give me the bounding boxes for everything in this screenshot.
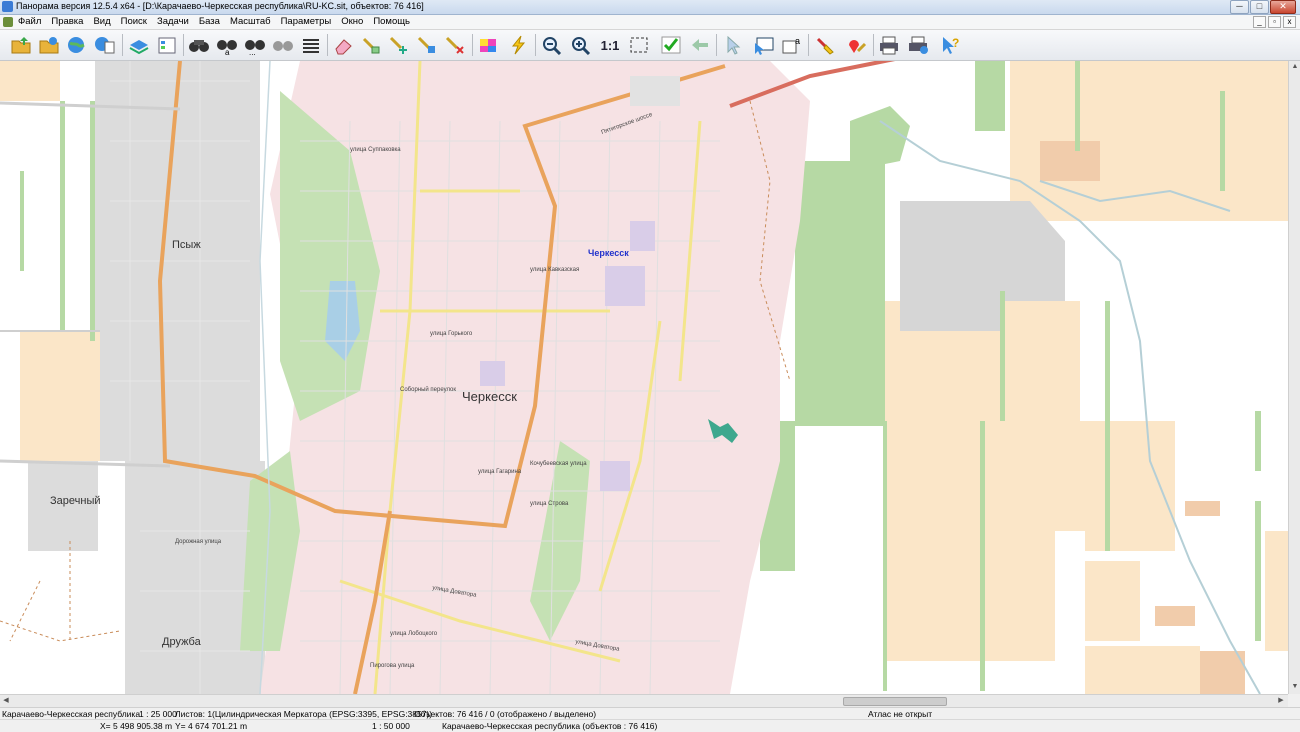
poi-label-cherkessk[interactable]: Черкесск	[588, 248, 629, 258]
street-label: Пирогова улица	[370, 663, 415, 669]
check-icon[interactable]	[659, 33, 683, 57]
maximize-button[interactable]: □	[1250, 0, 1269, 14]
menu-help[interactable]: Помощь	[373, 16, 410, 27]
status-region: Карачаево-Черкесская республика	[2, 709, 141, 719]
coord-y: Y= 4 674 701.21 m	[175, 721, 248, 731]
street-label: Соборный переулок	[400, 387, 457, 393]
place-label-cherkessk: Черкесск	[462, 389, 517, 404]
binoculars-text-icon[interactable]: a	[215, 33, 239, 57]
svg-text:...: ...	[249, 48, 256, 55]
place-label-druzhba: Дружба	[162, 636, 201, 648]
fit-frame-icon[interactable]	[627, 33, 651, 57]
scroll-left-icon[interactable]: ◀	[1, 696, 11, 706]
menu-tasks[interactable]: Задачи	[157, 16, 189, 27]
help-cursor-icon[interactable]: ?	[938, 33, 962, 57]
menu-bar: Файл Правка Вид Поиск Задачи База Масшта…	[0, 15, 1300, 30]
coordinates-bar: X= 5 498 905.38 m Y= 4 674 701.21 m 1 : …	[0, 719, 1300, 732]
place-label-zarechny: Заречный	[50, 495, 101, 507]
text-select-icon[interactable]: a	[780, 33, 804, 57]
document-icon[interactable]	[3, 17, 13, 27]
horizontal-scroll-thumb[interactable]	[843, 697, 947, 706]
binoculars-icon[interactable]	[187, 33, 211, 57]
vertical-scrollbar[interactable]: ▲ ▼	[1288, 61, 1300, 694]
palette-icon[interactable]	[476, 33, 500, 57]
legend-icon[interactable]	[155, 33, 179, 57]
mdi-close-button[interactable]: x	[1283, 16, 1296, 28]
svg-text:a: a	[225, 48, 230, 55]
svg-text:?: ?	[952, 36, 959, 50]
layers-icon[interactable]	[127, 33, 151, 57]
app-icon	[2, 1, 13, 12]
zoom-in-icon[interactable]	[569, 33, 593, 57]
title-bar: Панорама версия 12.5.4 x64 - [D:\Карачае…	[0, 0, 1300, 15]
map-list-icon[interactable]	[93, 33, 117, 57]
scroll-down-icon[interactable]: ▼	[1290, 682, 1300, 692]
menu-edit[interactable]: Правка	[51, 16, 83, 27]
street-label: улица Кавказская	[530, 267, 580, 273]
minimize-button[interactable]: ─	[1230, 0, 1249, 14]
pencil-blue-icon[interactable]	[415, 33, 439, 57]
street-label: Кочубеевская улица	[530, 461, 587, 467]
menu-search[interactable]: Поиск	[121, 16, 147, 27]
print-icon[interactable]	[877, 33, 901, 57]
status-sheets: Листов: 1	[175, 709, 213, 719]
street-label: улица Лобоцкого	[390, 631, 438, 637]
menu-window[interactable]: Окно	[341, 16, 363, 27]
binoculars-dots-icon[interactable]: ...	[243, 33, 267, 57]
map-pin-icon[interactable]	[845, 33, 869, 57]
cursor-icon[interactable]	[721, 33, 745, 57]
binoculars-gray-icon[interactable]	[271, 33, 295, 57]
print-setup-icon[interactable]	[906, 33, 930, 57]
horizontal-scrollbar[interactable]: ◀ ▶	[0, 694, 1288, 707]
back-arrow-icon[interactable]	[688, 33, 712, 57]
pencil-cross-icon[interactable]	[443, 33, 467, 57]
menu-parameters[interactable]: Параметры	[281, 16, 332, 27]
globe-icon[interactable]	[65, 33, 89, 57]
street-label: улица Суппаковка	[350, 147, 401, 153]
one-to-one-scale-button[interactable]: 1:1	[598, 33, 622, 57]
menu-scale[interactable]: Масштаб	[230, 16, 271, 27]
coord-x: X= 5 498 905.38 m	[100, 721, 173, 731]
menu-database[interactable]: База	[199, 16, 220, 27]
street-label: улица Строва	[530, 501, 569, 507]
status-atlas: Атлас не открыт	[868, 709, 933, 719]
scroll-right-icon[interactable]: ▶	[1276, 696, 1286, 706]
add-map-icon[interactable]	[37, 33, 61, 57]
open-folder-icon[interactable]	[9, 33, 33, 57]
main-toolbar: a ... 1:1 a ?	[0, 30, 1300, 61]
eraser-green-icon[interactable]	[359, 33, 383, 57]
place-label-psyzh: Псыж	[172, 239, 201, 251]
lightning-icon[interactable]	[507, 33, 531, 57]
pencil-plus-icon[interactable]	[387, 33, 411, 57]
paint-tool-icon[interactable]	[813, 33, 837, 57]
status-objects: Объектов: 76 416 / 0 (отображено / выдел…	[414, 709, 597, 719]
map-view[interactable]: Псыж Черкесск Черкесск Заречный Дружба у…	[0, 61, 1288, 694]
status-projection: (Цилиндрическая Меркатора (EPSG:3395, EP…	[212, 709, 433, 719]
menu-view[interactable]: Вид	[93, 16, 110, 27]
menu-file[interactable]: Файл	[18, 16, 41, 27]
svg-text:a: a	[795, 36, 800, 46]
window-title: Панорама версия 12.5.4 x64 - [D:\Карачае…	[16, 1, 424, 11]
status-scale-2: 1 : 50 000	[372, 721, 410, 731]
zoom-out-icon[interactable]	[540, 33, 564, 57]
select-window-icon[interactable]	[752, 33, 776, 57]
eraser-pink-icon[interactable]	[331, 33, 355, 57]
list-icon[interactable]	[299, 33, 323, 57]
close-button[interactable]: ✕	[1270, 0, 1296, 14]
status-region-objects: Карачаево-Черкесская республика (объекто…	[442, 721, 658, 731]
status-scale: 1 : 25 000	[139, 709, 177, 719]
street-label: Дорожная улица	[175, 539, 222, 545]
street-label: улица Гагарина	[478, 469, 522, 475]
street-label: улица Горького	[430, 331, 473, 337]
scroll-up-icon[interactable]: ▲	[1290, 62, 1300, 72]
map-canvas[interactable]	[0, 61, 1288, 694]
mdi-restore-button[interactable]: ▫	[1268, 16, 1281, 28]
mdi-minimize-button[interactable]: _	[1253, 16, 1266, 28]
